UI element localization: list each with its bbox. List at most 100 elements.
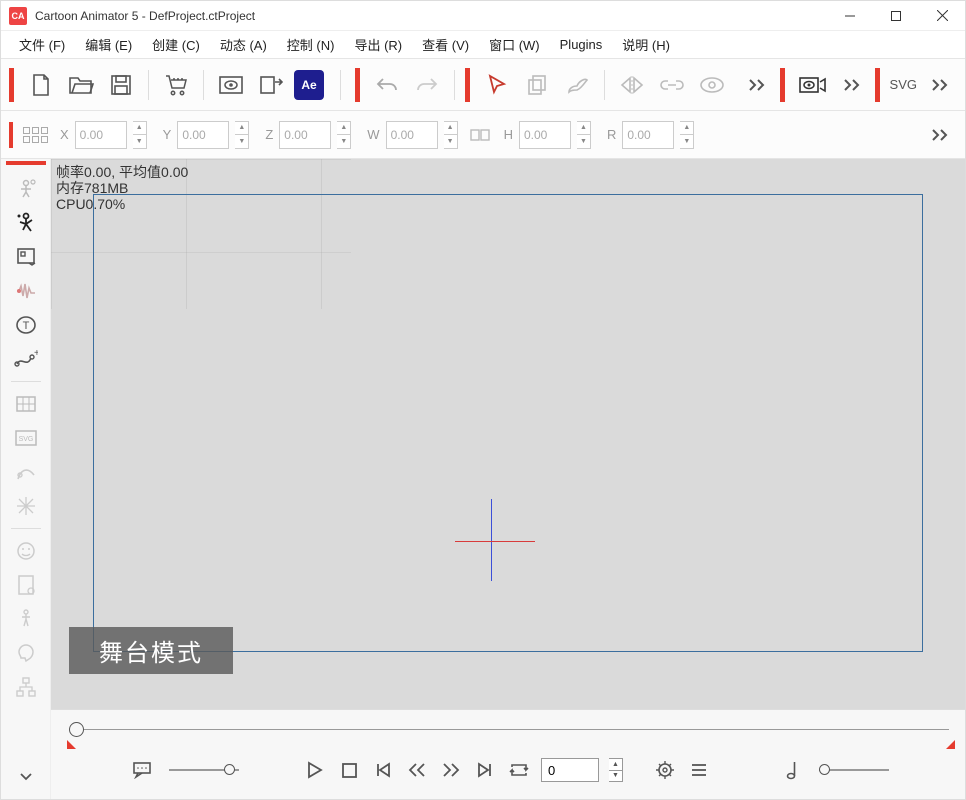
maximize-button[interactable]: [873, 1, 919, 31]
menu-window[interactable]: 窗口 (W): [479, 31, 550, 58]
bone-tool[interactable]: [8, 603, 44, 635]
range-start-marker[interactable]: [67, 740, 76, 749]
expand-toggle[interactable]: [8, 761, 44, 793]
minimize-button[interactable]: [827, 1, 873, 31]
transform-accent: [9, 122, 13, 148]
z-input[interactable]: 0.00: [279, 121, 331, 149]
svg-export-tool[interactable]: SVG: [8, 422, 44, 454]
next-frame-button[interactable]: [439, 758, 463, 782]
svg-text:T: T: [22, 320, 29, 332]
speech-button[interactable]: [131, 758, 155, 782]
path-tool[interactable]: +: [8, 343, 44, 375]
visibility-button[interactable]: [695, 68, 729, 102]
frame-input[interactable]: 0: [541, 758, 599, 782]
z-label: Z: [265, 127, 273, 142]
pose-tool[interactable]: [8, 207, 44, 239]
play-button[interactable]: [303, 758, 327, 782]
link-button[interactable]: [655, 68, 689, 102]
y-input[interactable]: 0.00: [177, 121, 229, 149]
menu-control[interactable]: 控制 (N): [277, 31, 345, 58]
goto-start-button[interactable]: [371, 758, 395, 782]
toolbar-overflow-3[interactable]: [923, 68, 957, 102]
copy-tool[interactable]: [520, 68, 554, 102]
frame-spinner[interactable]: ▲▼: [609, 758, 623, 782]
grid-icon[interactable]: [23, 127, 48, 143]
canvas-wrap: 帧率0.00, 平均值0.00 内存781MB CPU0.70% 舞台模式: [51, 159, 965, 799]
open-file-button[interactable]: [64, 68, 98, 102]
selection-tool[interactable]: [480, 68, 514, 102]
audio-tool[interactable]: [8, 275, 44, 307]
w-input[interactable]: 0.00: [386, 121, 438, 149]
menu-plugins[interactable]: Plugins: [550, 33, 613, 56]
lock-aspect-button[interactable]: [468, 118, 492, 152]
speed-slider[interactable]: [819, 769, 889, 771]
sprite-tool[interactable]: [8, 241, 44, 273]
playhead-knob[interactable]: [69, 722, 84, 737]
h-input[interactable]: 0.00: [519, 121, 571, 149]
undo-button[interactable]: [370, 68, 404, 102]
menu-view[interactable]: 查看 (V): [412, 31, 479, 58]
redo-button[interactable]: [410, 68, 444, 102]
marketplace-button[interactable]: [159, 68, 193, 102]
volume-slider[interactable]: [169, 769, 239, 771]
prev-frame-button[interactable]: [405, 758, 429, 782]
save-button[interactable]: [104, 68, 138, 102]
menu-file[interactable]: 文件 (F): [9, 31, 75, 58]
menu-create[interactable]: 创建 (C): [142, 31, 210, 58]
x-input[interactable]: 0.00: [75, 121, 127, 149]
preview-button[interactable]: [214, 68, 248, 102]
head-tool[interactable]: [8, 637, 44, 669]
render-button[interactable]: [254, 68, 288, 102]
r-label: R: [607, 127, 616, 142]
after-effects-button[interactable]: Ae: [294, 70, 324, 100]
settings-button[interactable]: [653, 758, 677, 782]
menu-edit[interactable]: 编辑 (E): [75, 31, 142, 58]
stop-button[interactable]: [337, 758, 361, 782]
h-spinner[interactable]: ▲▼: [577, 121, 591, 149]
menu-export[interactable]: 导出 (R): [344, 31, 412, 58]
toolbar-accent: [9, 68, 14, 102]
loop-button[interactable]: [507, 758, 531, 782]
y-label: Y: [163, 127, 172, 142]
toolbar-accent-4: [780, 68, 785, 102]
hierarchy-tool[interactable]: [8, 671, 44, 703]
left-accent: [6, 161, 46, 165]
w-label: W: [367, 127, 379, 142]
actor-tool[interactable]: [8, 173, 44, 205]
playback-controls: 0 ▲▼: [61, 752, 955, 788]
goto-end-button[interactable]: [473, 758, 497, 782]
motion-tool[interactable]: [8, 456, 44, 488]
toolbar-overflow-1[interactable]: [740, 68, 774, 102]
w-spinner[interactable]: ▲▼: [444, 121, 458, 149]
text-tool[interactable]: T: [8, 309, 44, 341]
close-button[interactable]: [919, 1, 965, 31]
h-label: H: [504, 127, 513, 142]
toolbar-overflow-2[interactable]: [835, 68, 869, 102]
r-spinner[interactable]: ▲▼: [680, 121, 694, 149]
r-input[interactable]: 0.00: [622, 121, 674, 149]
y-spinner[interactable]: ▲▼: [235, 121, 249, 149]
window-title: Cartoon Animator 5 - DefProject.ctProjec…: [35, 9, 255, 23]
flip-h-button[interactable]: [615, 68, 649, 102]
document-tool[interactable]: [8, 569, 44, 601]
svg-text:+: +: [34, 348, 38, 359]
new-file-button[interactable]: [24, 68, 58, 102]
camera-view-button[interactable]: [795, 68, 829, 102]
viewport[interactable]: 帧率0.00, 平均值0.00 内存781MB CPU0.70% 舞台模式: [51, 159, 965, 709]
menu-help[interactable]: 说明 (H): [612, 31, 680, 58]
list-button[interactable]: [687, 758, 711, 782]
face-tool[interactable]: [8, 535, 44, 567]
menu-dynamic[interactable]: 动态 (A): [210, 31, 277, 58]
z-spinner[interactable]: ▲▼: [337, 121, 351, 149]
x-spinner[interactable]: ▲▼: [133, 121, 147, 149]
transform-overflow[interactable]: [923, 118, 957, 152]
main-area: T + SVG 帧率0.00, 平均值0.00 内存781MB CPU0.70%: [1, 159, 965, 799]
effect-tool[interactable]: [8, 490, 44, 522]
stage-frame: [93, 194, 923, 652]
transform-toolbar: X 0.00 ▲▼ Y 0.00 ▲▼ Z 0.00 ▲▼ W 0.00 ▲▼ …: [1, 111, 965, 159]
timeline-scrubber[interactable]: [61, 718, 955, 740]
range-end-marker[interactable]: [946, 740, 955, 749]
stage-mode-label: 舞台模式: [69, 627, 233, 674]
paint-tool[interactable]: [560, 68, 594, 102]
layout-tool[interactable]: [8, 388, 44, 420]
